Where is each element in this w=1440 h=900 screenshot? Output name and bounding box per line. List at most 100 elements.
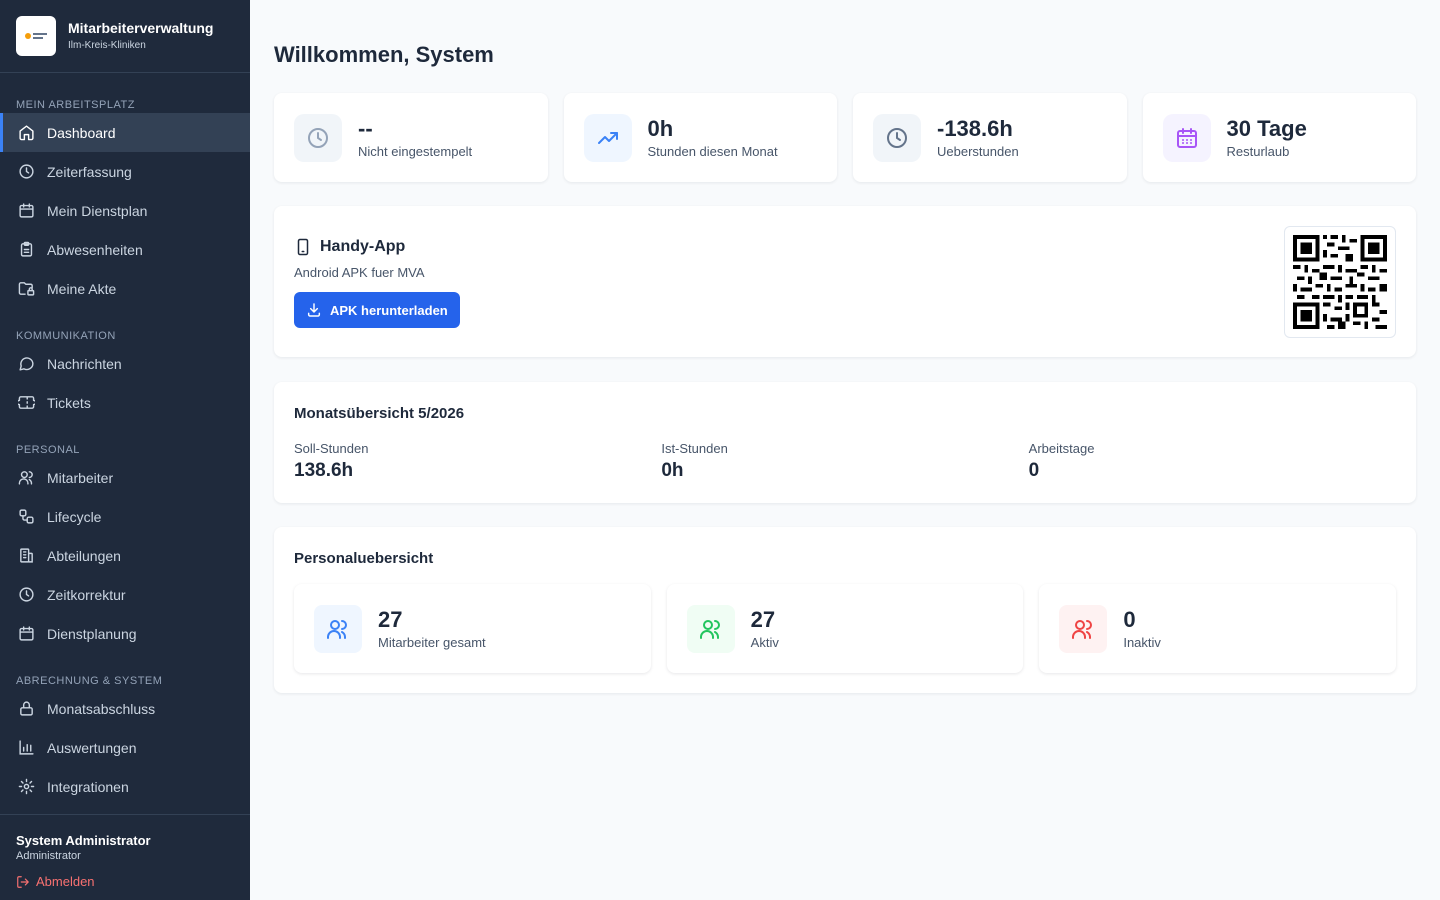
sidebar-item-nachrichten[interactable]: Nachrichten [0,344,250,383]
staff-card-inactive[interactable]: 0 Inaktiv [1039,584,1397,673]
sidebar-item-mitarbeiter[interactable]: Mitarbeiter [0,458,250,497]
nav-section-billing-system: ABRECHNUNG & SYSTEM [16,675,163,687]
clock-icon [19,587,34,602]
sidebar-item-integrationen[interactable]: Integrationen [0,767,250,806]
sidebar-item-label: Abteilungen [47,547,121,564]
stat-card-overtime: -138.6h Ueberstunden [853,93,1127,182]
page-title: Willkommen, System [274,42,494,67]
sidebar-item-label: Integrationen [47,778,129,795]
month-col-ist: Ist-Stunden 0h [661,441,1028,482]
month-label: Arbeitstage [1028,441,1095,456]
sidebar-footer: System Administrator Administrator Abmel… [0,814,250,900]
month-col-soll: Soll-Stunden 138.6h [294,441,661,482]
folder-lock-icon [18,282,35,296]
app-card-title-text: Handy-App [320,238,406,255]
staff-overview-title: Personaluebersicht [294,550,434,567]
sidebar-item-label: Dashboard [47,124,116,141]
apk-download-button[interactable]: APK herunterladen [294,292,460,328]
smartphone-icon [297,238,309,256]
calendar-icon [1176,127,1197,148]
stat-card-clock-status: -- Nicht eingestempelt [274,93,548,182]
stat-card-vacation: 30 Tage Resturlaub [1142,93,1416,182]
ticket-icon [18,396,35,409]
sidebar-item-dienstplanung[interactable]: Dienstplanung [0,614,250,653]
sidebar-item-meine-akte[interactable]: Meine Akte [0,269,250,308]
month-label: Soll-Stunden [294,441,369,456]
sidebar-item-label: Meine Akte [47,280,117,297]
sidebar-item-auswertungen[interactable]: Auswertungen [0,728,250,767]
mobile-app-card: Handy-App Android APK fuer MVA APK herun… [274,206,1416,357]
qr-code [1284,226,1396,338]
sidebar-item-tickets[interactable]: Tickets [0,383,250,422]
logout-icon [17,875,29,888]
staff-icon-wrap [314,604,362,653]
app-title: Mitarbeiterverwaltung [68,20,214,36]
clock-icon [308,127,328,148]
sidebar-item-label: Tickets [47,394,91,411]
sidebar-item-lifecycle[interactable]: Lifecycle [0,497,250,536]
sidebar-item-label: Dienstplanung [47,625,137,642]
app-card-subtitle: Android APK fuer MVA [294,265,425,280]
bar-chart-icon [19,740,34,755]
nav-section-communication: KOMMUNIKATION [16,330,116,342]
logout-link[interactable]: Abmelden [16,874,234,889]
staff-label: Mitarbeiter gesamt [378,635,486,650]
trending-up-icon [597,131,618,144]
clock-icon [19,164,34,179]
sidebar-item-label: Lifecycle [47,508,102,525]
staff-label: Aktiv [750,635,779,650]
staff-icon-wrap [686,604,735,653]
sidebar-item-mein-dienstplan[interactable]: Mein Dienstplan [0,191,250,230]
stat-value: 30 Tage [1226,116,1307,141]
staff-card-total[interactable]: 27 Mitarbeiter gesamt [294,584,651,673]
stat-label: Stunden diesen Monat [647,144,778,159]
month-value: 138.6h [294,460,354,481]
staff-value: 0 [1123,607,1136,632]
sidebar-item-label: Mitarbeiter [47,469,114,486]
sidebar-item-label: Nachrichten [47,355,122,372]
sidebar-item-zeiterfassung[interactable]: Zeiterfassung [0,152,250,191]
sidebar-item-label: Zeiterfassung [47,163,132,180]
month-value: 0 [1028,460,1040,481]
building-icon [20,548,33,563]
main-content: Willkommen, System -- Nicht eingestempel… [250,0,1440,900]
sidebar-item-abwesenheiten[interactable]: Abwesenheiten [0,230,250,269]
stat-label: Resturlaub [1226,144,1290,159]
stat-value: 0h [647,116,674,141]
sidebar-item-monatsabschluss[interactable]: Monatsabschluss [0,689,250,728]
sidebar-item-dashboard[interactable]: Dashboard [0,113,250,152]
sidebar-item-zeitkorrektur[interactable]: Zeitkorrektur [0,575,250,614]
user-name: System Administrator [16,833,151,848]
sidebar-item-label: Mein Dienstplan [47,202,148,219]
app-subtitle: Ilm-Kreis-Kliniken [68,40,146,51]
sidebar-item-label: Zeitkorrektur [47,586,126,603]
stat-label: Ueberstunden [937,144,1019,159]
sidebar-item-label: Abwesenheiten [47,241,143,258]
month-value: 0h [661,460,684,481]
calendar-icon [19,626,34,641]
stat-icon-wrap [873,113,921,162]
sidebar-item-label: Monatsabschluss [47,700,156,717]
month-label: Ist-Stunden [661,441,728,456]
sidebar-item-label: Auswertungen [47,739,137,756]
staff-overview-card: Personaluebersicht 27 Mitarbeiter gesamt… [274,527,1416,693]
stat-icon-wrap [294,113,342,162]
users-icon [327,619,347,639]
stats-row: -- Nicht eingestempelt 0h Stunden diesen… [274,93,1416,182]
logout-label: Abmelden [36,874,95,889]
month-overview-card: Monatsübersicht 5/2026 Soll-Stunden 138.… [274,382,1416,503]
sidebar-item-abteilungen[interactable]: Abteilungen [0,536,250,575]
month-overview-columns: Soll-Stunden 138.6h Ist-Stunden 0h Arbei… [294,441,1396,482]
staff-icon-wrap [1059,604,1108,653]
apk-download-label: APK herunterladen [330,302,448,318]
clock-icon [887,127,907,148]
stat-card-hours-month: 0h Stunden diesen Monat [563,93,837,182]
download-icon [307,303,321,317]
message-icon [19,357,34,371]
stat-value: -138.6h [937,116,1013,141]
staff-card-active[interactable]: 27 Aktiv [666,584,1024,673]
home-icon [19,125,34,141]
nav-section-workspace: MEIN ARBEITSPLATZ [16,99,135,111]
brand[interactable]: Mitarbeiterverwaltung Ilm-Kreis-Kliniken [0,0,250,73]
stat-value: -- [358,116,373,141]
